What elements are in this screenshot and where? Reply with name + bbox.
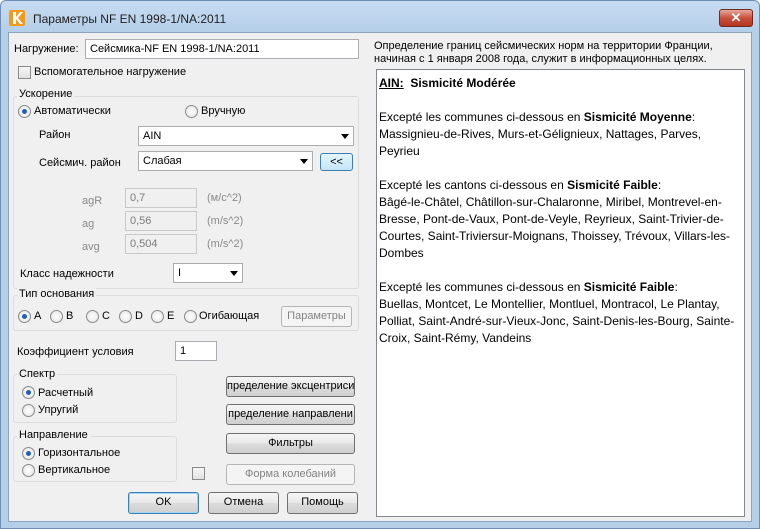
filters-button[interactable]: Фильтры bbox=[226, 433, 355, 454]
info-p2-list: Bâgé-le-Châtel, Châtillon-sur-Chalaronne… bbox=[379, 195, 730, 260]
foundation-radio-c[interactable] bbox=[86, 310, 99, 323]
acceleration-manual-label: Вручную bbox=[201, 105, 246, 117]
direction-definition-button[interactable]: пределение направлени bbox=[226, 404, 355, 425]
eccentricity-definition-button[interactable]: пределение эксцентриситє bbox=[226, 376, 355, 397]
foundation-group-title: Тип основания bbox=[17, 288, 97, 300]
info-p3-list: Buellas, Montcet, Le Montellier, Montlue… bbox=[379, 297, 735, 345]
info-caption-line-1: Определение границ сейсмических норм на … bbox=[374, 40, 713, 52]
ag-field[interactable]: 0,56 bbox=[125, 211, 197, 231]
foundation-radio-b[interactable] bbox=[50, 310, 63, 323]
dialog-window: Параметры NF EN 1998-1/NA:2011 ✕ Нагруже… bbox=[0, 0, 760, 529]
condition-coefficient-field[interactable]: 1 bbox=[175, 341, 217, 361]
condition-coefficient-label: Коэффициент условия bbox=[17, 346, 134, 358]
seismic-zone-label: Сейсмич. район bbox=[39, 157, 121, 169]
foundation-label-e: E bbox=[167, 310, 175, 322]
info-p1-intro: Excepté les communes ci-dessous en bbox=[379, 110, 584, 124]
direction-horizontal-radio[interactable] bbox=[22, 447, 35, 460]
info-header-text: Sismicité Modérée bbox=[410, 76, 516, 90]
info-p3-level: Sismicité Faible bbox=[583, 280, 675, 294]
region-select[interactable]: AIN bbox=[138, 126, 354, 146]
avg-field[interactable]: 0,504 bbox=[125, 234, 197, 254]
direction-vertical-label: Вертикальное bbox=[38, 464, 111, 476]
chevron-down-icon bbox=[230, 271, 238, 276]
ok-button[interactable]: OK bbox=[128, 492, 199, 514]
info-p1-colon: : bbox=[691, 110, 696, 124]
info-header: AIN: Sismicité Modérée bbox=[379, 75, 742, 92]
region-select-value: AIN bbox=[143, 130, 162, 142]
avg-unit: (m/s^2) bbox=[207, 238, 244, 250]
foundation-radio-e[interactable] bbox=[151, 310, 164, 323]
foundation-params-button[interactable]: Параметры bbox=[281, 306, 352, 327]
load-label: Нагружение: bbox=[14, 43, 79, 55]
chevron-down-icon bbox=[300, 159, 308, 164]
foundation-radio-d[interactable] bbox=[119, 310, 132, 323]
modes-checkbox[interactable] bbox=[192, 467, 205, 480]
foundation-label-b: B bbox=[66, 310, 74, 322]
info-p1-list: Massignieu-de-Rives, Murs-et-Gélignieux,… bbox=[379, 127, 702, 158]
acceleration-group-title: Ускорение bbox=[17, 88, 75, 100]
seismic-info-panel[interactable]: AIN: Sismicité Modérée Excepté les commu… bbox=[376, 69, 745, 517]
close-button[interactable]: ✕ bbox=[719, 9, 753, 27]
ag-label: ag bbox=[82, 218, 95, 230]
ag-unit: (m/s^2) bbox=[207, 215, 244, 227]
info-p2-colon: : bbox=[657, 178, 662, 192]
info-p1-level: Sismicité Moyenne bbox=[583, 110, 692, 124]
cancel-button[interactable]: Отмена bbox=[208, 492, 279, 514]
info-paragraph-2: Excepté les cantons ci-dessous en Sismic… bbox=[379, 177, 742, 262]
avg-label: avg bbox=[82, 241, 100, 253]
agR-label: agR bbox=[82, 195, 103, 207]
auxiliary-load-checkbox[interactable] bbox=[18, 66, 31, 79]
direction-horizontal-label: Горизонтальное bbox=[38, 447, 121, 459]
foundation-label-a: A bbox=[34, 310, 42, 322]
foundation-radio-a[interactable] bbox=[18, 310, 31, 323]
acceleration-auto-label: Автоматически bbox=[34, 105, 111, 117]
foundation-label-d: D bbox=[135, 310, 143, 322]
spectrum-design-radio[interactable] bbox=[22, 386, 35, 399]
spectrum-group-title: Спектр bbox=[17, 368, 58, 380]
seismic-zone-select-value: Слабая bbox=[143, 155, 182, 167]
region-label: Район bbox=[39, 129, 71, 141]
reliability-select-value: I bbox=[178, 267, 182, 279]
info-caption-line-2: начиная с 1 января 2008 года, служит в и… bbox=[374, 53, 707, 65]
direction-group-title: Направление bbox=[17, 429, 90, 441]
spectrum-design-label: Расчетный bbox=[38, 387, 94, 399]
foundation-radio-envelope[interactable] bbox=[184, 310, 197, 323]
info-p3-colon: : bbox=[674, 280, 678, 294]
info-p2-intro: Excepté les cantons ci-dessous en bbox=[379, 178, 568, 192]
chevron-down-icon bbox=[341, 134, 349, 139]
info-p2-level: Sismicité Faible bbox=[567, 178, 658, 192]
info-caption: Определение границ сейсмических норм на … bbox=[374, 40, 749, 66]
mode-shapes-button[interactable]: Форма колебаний bbox=[226, 464, 355, 485]
seismic-zone-select[interactable]: Слабая bbox=[138, 151, 313, 171]
reliability-label: Класс надежности bbox=[20, 268, 114, 280]
acceleration-manual-radio[interactable] bbox=[185, 105, 198, 118]
help-button[interactable]: Помощь bbox=[287, 492, 358, 514]
title-bar[interactable]: Параметры NF EN 1998-1/NA:2011 ✕ bbox=[1, 1, 759, 32]
reliability-select[interactable]: I bbox=[173, 263, 243, 283]
app-logo-icon bbox=[9, 10, 25, 26]
info-paragraph-3: Excepté les communes ci-dessous en Sismi… bbox=[379, 279, 742, 347]
agR-field[interactable]: 0,7 bbox=[125, 188, 197, 208]
direction-vertical-radio[interactable] bbox=[22, 464, 35, 477]
acceleration-auto-radio[interactable] bbox=[18, 105, 31, 118]
spectrum-elastic-label: Упругий bbox=[38, 404, 79, 416]
auxiliary-load-label: Вспомогательное нагружение bbox=[34, 66, 187, 78]
spectrum-elastic-radio[interactable] bbox=[22, 404, 35, 417]
collapse-button[interactable]: << bbox=[320, 153, 353, 171]
load-name-field[interactable]: Сейсмика-NF EN 1998-1/NA:2011 bbox=[85, 39, 359, 59]
info-paragraph-1: Excepté les communes ci-dessous en Sismi… bbox=[379, 109, 742, 160]
window-title: Параметры NF EN 1998-1/NA:2011 bbox=[33, 12, 227, 26]
foundation-label-envelope: Огибающая bbox=[199, 310, 260, 322]
info-header-code: AIN: bbox=[379, 76, 404, 90]
dialog-client: Нагружение: Сейсмика-NF EN 1998-1/NA:201… bbox=[8, 32, 752, 522]
info-p3-intro: Excepté les communes ci-dessous en bbox=[379, 280, 584, 294]
foundation-label-c: C bbox=[102, 310, 110, 322]
agR-unit: (м/с^2) bbox=[207, 192, 242, 204]
